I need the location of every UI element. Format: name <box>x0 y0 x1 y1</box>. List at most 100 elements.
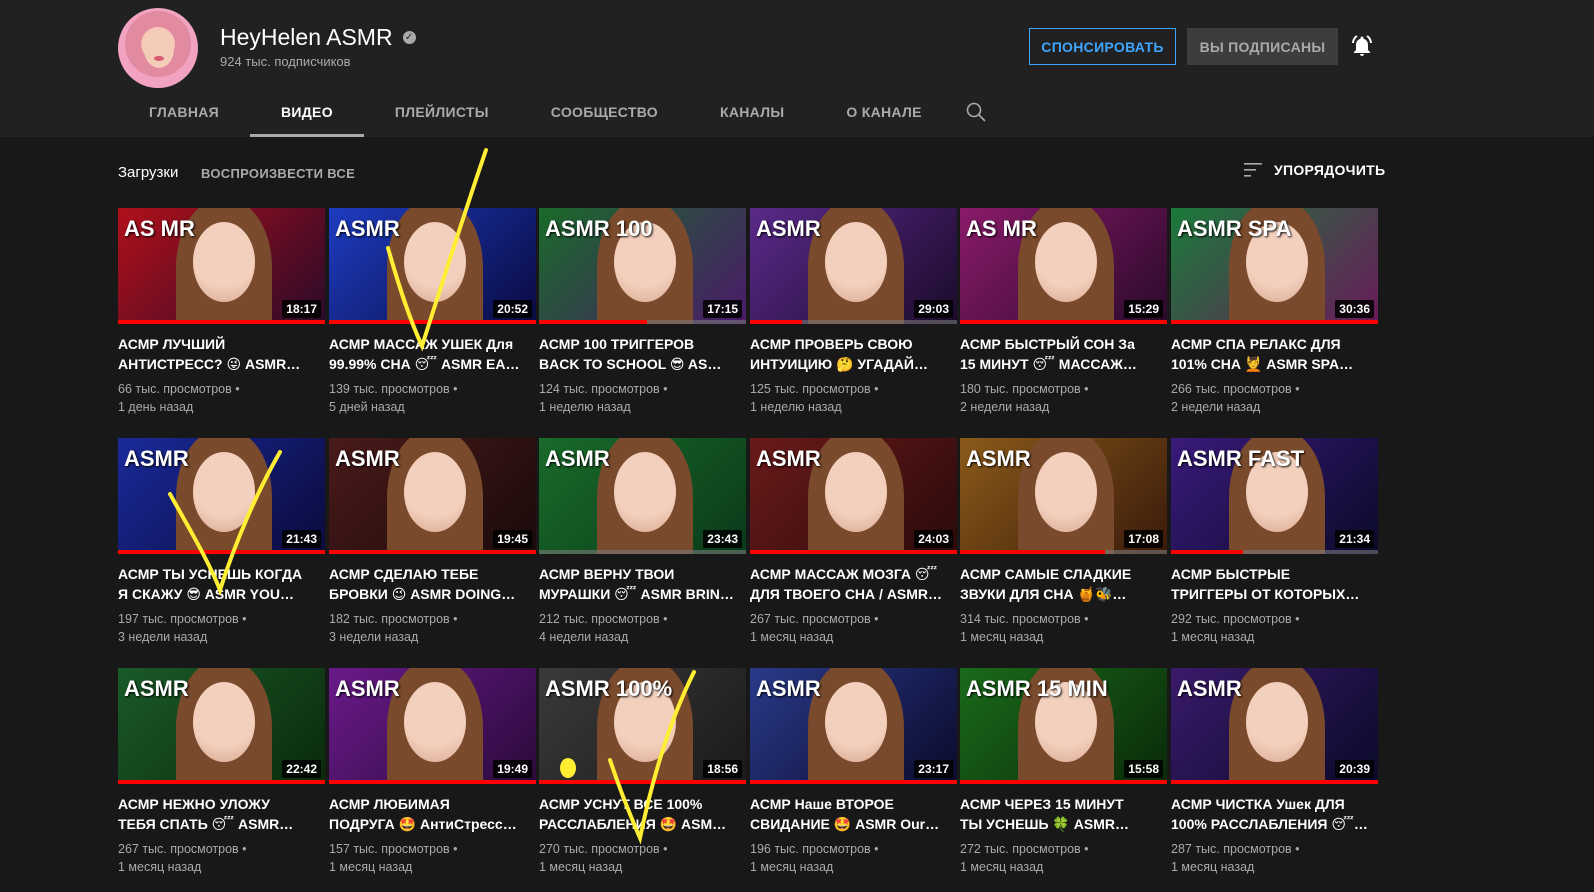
video-thumbnail[interactable]: ASMR FAST 21:34 <box>1171 438 1378 554</box>
thumbnail-text: ASMR <box>335 676 400 701</box>
video-thumbnail[interactable]: ASMR 15 MIN 15:58 <box>960 668 1167 784</box>
video-thumbnail[interactable]: ASMR 19:49 <box>329 668 536 784</box>
video-thumbnail[interactable]: ASMR 24:03 <box>750 438 957 554</box>
video-card[interactable]: ASMR 17:08 АСМР САМЫЕ СЛАДКИЕ ЗВУКИ ДЛЯ СНА… <box>960 438 1167 646</box>
thumbnail-face <box>825 222 887 302</box>
video-card[interactable]: ASMR FAST 21:34 АСМР БЫСТРЫЕ ТРИГГЕРЫ ОТ КО… <box>1171 438 1378 646</box>
video-title[interactable]: АСМР Наше ВТОРОЕ СВИДАНИЕ 🤩 ASMR Our… <box>750 794 957 834</box>
video-thumbnail[interactable]: ASMR 100% 18:56 <box>539 668 746 784</box>
video-views: 270 тыс. просмотров • <box>539 840 746 858</box>
tab-5[interactable]: О КАНАЛЕ <box>815 88 952 137</box>
video-duration: 30:36 <box>1335 300 1374 318</box>
video-card[interactable]: ASMR 24:03 АСМР МАССАЖ МОЗГА 😴 ДЛЯ ТВОЕГО С… <box>750 438 957 646</box>
video-card[interactable]: ASMR 22:42 АСМР НЕЖНО УЛОЖУ ТЕБЯ СПАТЬ 😴 AS… <box>118 668 325 876</box>
video-title-line2: РАССЛАБЛЕНИЯ 🤩 ASM… <box>539 816 727 832</box>
video-thumbnail[interactable]: ASMR 17:08 <box>960 438 1167 554</box>
video-thumbnail[interactable]: ASMR 23:43 <box>539 438 746 554</box>
video-title[interactable]: АСМР ЧЕРЕЗ 15 МИНУТ ТЫ УСНЕШЬ 🍀 ASMR… <box>960 794 1167 834</box>
video-age: 1 месяц назад <box>118 860 202 874</box>
video-thumbnail[interactable]: AS MR 15:29 <box>960 208 1167 324</box>
video-views: 267 тыс. просмотров • <box>750 610 957 628</box>
progress-track <box>539 550 746 554</box>
tab-3[interactable]: СООБЩЕСТВО <box>520 88 689 137</box>
video-title[interactable]: АСМР ЧИСТКА Ушек ДЛЯ 100% РАССЛАБЛЕНИЯ 😴… <box>1171 794 1378 834</box>
video-title[interactable]: АСМР БЫСТРЫЕ ТРИГГЕРЫ ОТ КОТОРЫХ… <box>1171 564 1378 604</box>
search-icon[interactable] <box>964 100 988 124</box>
video-card[interactable]: AS MR 15:29 АСМР БЫСТРЫЙ СОН За 15 МИНУТ 😴 … <box>960 208 1167 416</box>
notification-bell-icon[interactable] <box>1350 34 1374 58</box>
video-card[interactable]: ASMR 19:49 АСМР ЛЮБИМАЯ ПОДРУГА 🤩 АнтиСтрес… <box>329 668 536 876</box>
video-title[interactable]: АСМР ЛУЧШИЙ АНТИСТРЕСС? 😜 ASMR… <box>118 334 325 374</box>
view-count: 196 тыс. просмотров <box>750 842 871 856</box>
video-card[interactable]: ASMR 20:52 АСМР МАССАЖ УШЕК Для 99.99% СНА … <box>329 208 536 416</box>
channel-avatar[interactable] <box>118 8 198 88</box>
video-age: 3 недели назад <box>118 630 208 644</box>
video-title[interactable]: АСМР БЫСТРЫЙ СОН За 15 МИНУТ 😴 МАССАЖ… <box>960 334 1167 374</box>
video-card[interactable]: ASMR 23:43 АСМР ВЕРНУ ТВОИ МУРАШКИ 😴 ASMR B… <box>539 438 746 646</box>
video-title[interactable]: АСМР СПА РЕЛАКС ДЛЯ 101% СНА 💆 ASMR SPA… <box>1171 334 1378 374</box>
verified-icon: ✓ <box>402 31 416 44</box>
video-thumbnail[interactable]: ASMR 19:45 <box>329 438 536 554</box>
thumbnail-text: ASMR <box>335 446 400 471</box>
video-title[interactable]: АСМР ВЕРНУ ТВОИ МУРАШКИ 😴 ASMR BRIN… <box>539 564 746 604</box>
play-all-link[interactable]: ВОСПРОИЗВЕСТИ ВСЕ <box>201 166 355 181</box>
video-thumbnail[interactable]: ASMR 20:39 <box>1171 668 1378 784</box>
sort-button[interactable]: УПОРЯДОЧИТЬ <box>1244 162 1385 178</box>
video-thumbnail[interactable]: AS MR 18:17 <box>118 208 325 324</box>
video-thumbnail[interactable]: ASMR 29:03 <box>750 208 957 324</box>
video-thumbnail[interactable]: ASMR SPA 30:36 <box>1171 208 1378 324</box>
video-duration: 19:45 <box>493 530 532 548</box>
video-card[interactable]: ASMR 23:17 АСМР Наше ВТОРОЕ СВИДАНИЕ 🤩 ASMR… <box>750 668 957 876</box>
video-title[interactable]: АСМР НЕЖНО УЛОЖУ ТЕБЯ СПАТЬ 😴 ASMR… <box>118 794 325 834</box>
video-thumbnail[interactable]: ASMR 20:52 <box>329 208 536 324</box>
thumbnail-text: ASMR <box>1177 676 1242 701</box>
video-card[interactable]: ASMR 20:39 АСМР ЧИСТКА Ушек ДЛЯ 100% РАССЛА… <box>1171 668 1378 876</box>
video-card[interactable]: AS MR 18:17 АСМР ЛУЧШИЙ АНТИСТРЕСС? 😜 ASMR…… <box>118 208 325 416</box>
video-title[interactable]: АСМР ТЫ УСНЕШЬ КОГДА Я СКАЖУ 😎 ASMR YOU… <box>118 564 325 604</box>
thumbnail-text: AS MR <box>124 216 195 241</box>
tab-2[interactable]: ПЛЕЙЛИСТЫ <box>364 88 520 137</box>
video-duration: 19:49 <box>493 760 532 778</box>
video-card[interactable]: ASMR 19:45 АСМР СДЕЛАЮ ТЕБЕ БРОВКИ 😉 ASMR D… <box>329 438 536 646</box>
watch-progress-bar <box>118 320 325 324</box>
video-thumbnail[interactable]: ASMR 100 17:15 <box>539 208 746 324</box>
video-card[interactable]: ASMR 29:03 АСМР ПРОВЕРЬ СВОЮ ИНТУИЦИЮ 🤔 УГА… <box>750 208 957 416</box>
video-card[interactable]: ASMR SPA 30:36 АСМР СПА РЕЛАКС ДЛЯ 101% СНА… <box>1171 208 1378 416</box>
video-title[interactable]: АСМР СДЕЛАЮ ТЕБЕ БРОВКИ 😉 ASMR DOING… <box>329 564 536 604</box>
video-title-line1: АСМР ЛУЧШИЙ <box>118 336 226 352</box>
video-title-line2: 101% СНА 💆 ASMR SPA… <box>1171 356 1354 372</box>
video-card[interactable]: ASMR 15 MIN 15:58 АСМР ЧЕРЕЗ 15 МИНУТ ТЫ УС… <box>960 668 1167 876</box>
thumbnail-text: ASMR FAST <box>1177 446 1305 471</box>
video-thumbnail[interactable]: ASMR 21:43 <box>118 438 325 554</box>
tab-0[interactable]: ГЛАВНАЯ <box>118 88 250 137</box>
video-card[interactable]: ASMR 100% 18:56 АСМР УСНУТ ВСЕ 100% РАССЛАБ… <box>539 668 746 876</box>
video-title[interactable]: АСМР МАССАЖ МОЗГА 😴 ДЛЯ ТВОЕГО СНА / ASMR… <box>750 564 957 604</box>
video-thumbnail[interactable]: ASMR 22:42 <box>118 668 325 784</box>
view-count: 125 тыс. просмотров <box>750 382 871 396</box>
video-card[interactable]: ASMR 100 17:15 АСМР 100 ТРИГГЕРОВ BACK TO S… <box>539 208 746 416</box>
video-title[interactable]: АСМР САМЫЕ СЛАДКИЕ ЗВУКИ ДЛЯ СНА 🍯🐝… <box>960 564 1167 604</box>
video-meta: 287 тыс. просмотров • 1 месяц назад <box>1171 840 1378 876</box>
tab-1[interactable]: ВИДЕО <box>250 88 364 137</box>
watch-progress-bar <box>1171 780 1378 784</box>
tab-4[interactable]: КАНАЛЫ <box>689 88 815 137</box>
video-meta: 157 тыс. просмотров • 1 месяц назад <box>329 840 536 876</box>
view-count: 180 тыс. просмотров <box>960 382 1081 396</box>
meta-separator: • <box>659 842 668 856</box>
video-title[interactable]: АСМР ПРОВЕРЬ СВОЮ ИНТУИЦИЮ 🤔 УГАДАЙ… <box>750 334 957 374</box>
meta-separator: • <box>659 612 668 626</box>
video-title[interactable]: АСМР ЛЮБИМАЯ ПОДРУГА 🤩 АнтиСтресс… <box>329 794 536 834</box>
video-thumbnail[interactable]: ASMR 23:17 <box>750 668 957 784</box>
meta-separator: • <box>1291 842 1300 856</box>
sponsor-button[interactable]: СПОНСИРОВАТЬ <box>1029 28 1176 65</box>
video-age: 1 месяц назад <box>960 630 1044 644</box>
video-title[interactable]: АСМР УСНУТ ВСЕ 100% РАССЛАБЛЕНИЯ 🤩 ASM… <box>539 794 746 834</box>
thumbnail-face <box>193 452 255 532</box>
video-card[interactable]: ASMR 21:43 АСМР ТЫ УСНЕШЬ КОГДА Я СКАЖУ 😎 A… <box>118 438 325 646</box>
video-meta: 266 тыс. просмотров • 2 недели назад <box>1171 380 1378 416</box>
video-title[interactable]: АСМР 100 ТРИГГЕРОВ BACK TO SCHOOL 😎 AS… <box>539 334 746 374</box>
subscribed-button[interactable]: ВЫ ПОДПИСАНЫ <box>1187 28 1338 65</box>
video-duration: 20:39 <box>1335 760 1374 778</box>
video-title[interactable]: АСМР МАССАЖ УШЕК Для 99.99% СНА 😴 ASMR EA… <box>329 334 536 374</box>
section-title: Загрузки <box>118 164 179 181</box>
